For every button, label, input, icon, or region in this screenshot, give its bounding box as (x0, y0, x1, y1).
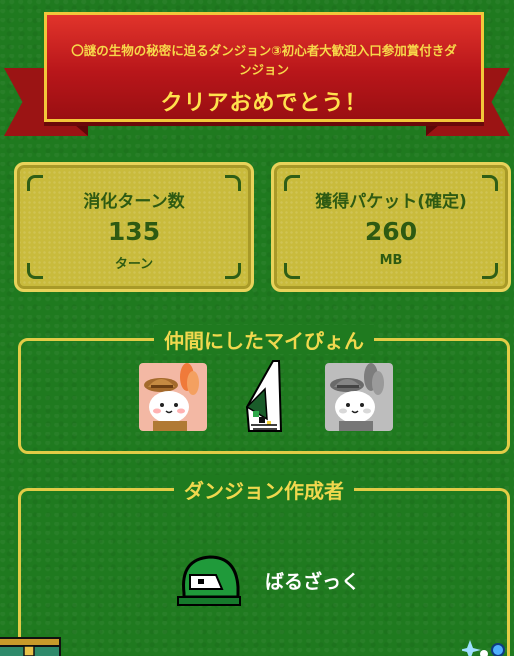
dungeon-name: 〇謎の生物の秘密に迫るダンジョン③初心者大歓迎入口参加賞付きダンジョン (71, 43, 457, 77)
explorer-bunny-gray-ears-icon (330, 363, 384, 431)
sparkle-decoration-icon (462, 640, 505, 656)
turns-value: 135 (107, 217, 161, 246)
book-item-icon (245, 360, 283, 432)
creator-section: ダンジョン作成者 ばるざっく (18, 475, 510, 656)
packets-value: 260 (364, 217, 418, 246)
turns-label: 消化ターン数 (83, 192, 185, 212)
creator-name: ばるざっく (265, 571, 361, 593)
packets-stat-box: 獲得パケット(確定) 260 MB (271, 162, 511, 292)
turns-unit: ターン (114, 257, 154, 272)
party-section: 仲間にしたマイぴょん (18, 325, 510, 454)
party-member-gray-bunny[interactable] (325, 363, 393, 431)
clear-banner: 〇謎の生物の秘密に迫るダンジョン③初心者大歓迎入口参加賞付きダンジョン クリアお… (0, 10, 514, 140)
packets-unit: MB (379, 253, 403, 268)
turns-stat-box: 消化ターン数 135 ターン (14, 162, 254, 292)
clear-title: クリアおめでとう！ (160, 91, 368, 116)
party-member-orange-bunny[interactable] (139, 363, 207, 431)
explorer-bunny-orange-ears-icon (144, 363, 199, 431)
party-section-title: 仲間にしたマイぴょん (154, 325, 374, 354)
treasure-chest-icon (0, 637, 61, 656)
green-cap-avatar-icon[interactable] (176, 553, 242, 607)
packets-label: 獲得パケット(確定) (315, 192, 467, 212)
creator-section-title: ダンジョン作成者 (174, 475, 354, 504)
ribbon-main: 〇謎の生物の秘密に迫るダンジョン③初心者大歓迎入口参加賞付きダンジョン クリアお… (44, 12, 484, 122)
